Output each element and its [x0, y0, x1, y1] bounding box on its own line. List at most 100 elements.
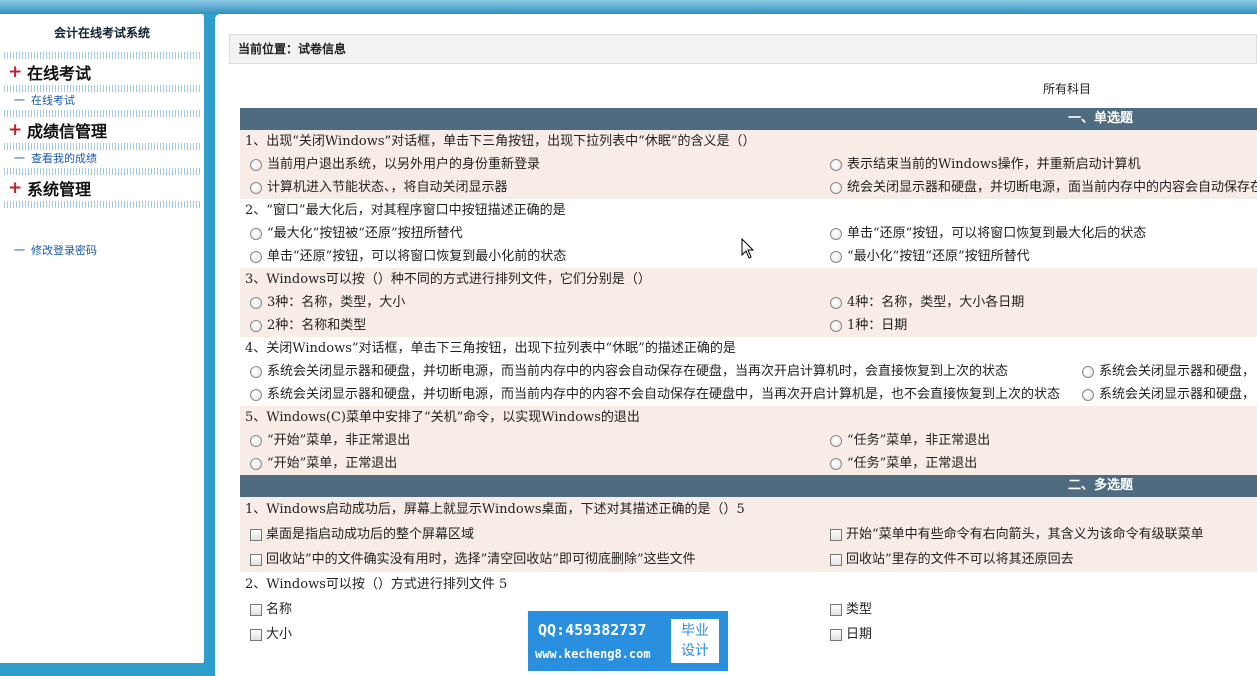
question: 1、Windows启动成功后，屏幕上就显示Windows桌面，下述对其描述正确的…: [240, 497, 1257, 572]
radio-button[interactable]: [250, 158, 262, 171]
question-title: 3、Windows可以按（）种不同的方式进行排列文件，它们分别是（）: [245, 272, 651, 287]
watermark-url: www.kecheng8.com: [535, 647, 651, 661]
option-label: 类型: [846, 602, 873, 617]
option-label: 开始“菜单中有些命令有右向箭头，其含义为该命令有级联菜单: [846, 527, 1204, 542]
answer-option[interactable]: 系统会关闭显示器和硬盘，: [1082, 383, 1255, 406]
checkbox[interactable]: [250, 603, 262, 616]
dash-icon: 一: [14, 152, 25, 165]
answer-option[interactable]: 日期: [830, 622, 872, 647]
sidebar-divider: [4, 85, 200, 92]
answer-option[interactable]: 1种：日期: [830, 314, 907, 337]
watermark-badge-line: 设计: [681, 643, 709, 659]
sidebar-divider: [4, 110, 200, 117]
question-title: 1、Windows启动成功后，屏幕上就显示Windows桌面，下述对其描述正确的…: [245, 502, 745, 517]
question-title: 4、关闭Windows”对话框，单击下三角按钮，出现下拉列表中“休眠”的描述正确…: [245, 341, 736, 356]
question-title: 5、Windows(C)菜单中安排了“关机”命令，以实现Windows的退出: [245, 410, 640, 425]
answer-option[interactable]: 单击“还原”按钮，可以将窗口恢复到最大化后的状态: [830, 222, 1146, 245]
sidebar-divider: [4, 52, 200, 59]
checkbox[interactable]: [830, 603, 842, 616]
answer-option[interactable]: 计算机进入节能状态、，将自动关闭显示器: [250, 176, 508, 199]
answer-option[interactable]: 系统会关闭显示器和硬盘，并切断电源，而当前内存中的内容会自动保存在硬盘，当再次开…: [250, 360, 1008, 383]
sidebar-item-online-exam[interactable]: 一在线考试: [0, 92, 204, 110]
sidebar-item-label: 修改登录密码: [31, 244, 97, 257]
radio-button[interactable]: [1082, 388, 1094, 401]
sidebar-item-my-grades[interactable]: 一查看我的成绩: [0, 150, 204, 168]
answer-option[interactable]: “任务”菜单，正常退出: [830, 452, 977, 475]
radio-button[interactable]: [250, 457, 262, 470]
answer-option[interactable]: 回收站”中的文件确实没有用时，选择”清空回收站”即可彻底删除”这些文件: [250, 547, 696, 572]
option-label: 系统会关闭显示器和硬盘，并切断电源，而当前内存中的内容不会自动保存在硬盘中，当再…: [267, 387, 1061, 402]
radio-button[interactable]: [250, 250, 262, 263]
dash-icon: 一: [14, 94, 25, 107]
answer-option[interactable]: 开始“菜单中有些命令有右向箭头，其含义为该命令有级联菜单: [830, 522, 1204, 547]
answer-option[interactable]: “任务”菜单，非正常退出: [830, 429, 990, 452]
radio-button[interactable]: [830, 296, 842, 309]
answer-option[interactable]: “最大化”按钮被“还原”按扭所替代: [250, 222, 463, 245]
subject-filter[interactable]: 所有科目: [1043, 80, 1091, 97]
checkbox[interactable]: [830, 628, 842, 641]
radio-button[interactable]: [250, 227, 262, 240]
checkbox[interactable]: [830, 528, 842, 541]
option-label: 系统会关闭显示器和硬盘，并切断电源，而当前内存中的内容会自动保存在硬盘，当再次开…: [267, 364, 1009, 379]
answer-option[interactable]: 表示结束当前的Windows操作，并重新启动计算机: [830, 153, 1141, 176]
answer-option[interactable]: 系统会关闭显示器和硬盘，并切断电源，而当前内存中的内容不会自动保存在硬盘中，当再…: [250, 383, 1060, 406]
option-label: 回收站”里存的文件不可以将其还原回去: [846, 552, 1074, 567]
sidebar-item-change-password[interactable]: 一修改登录密码: [0, 242, 204, 260]
answer-option[interactable]: 大小: [250, 622, 292, 647]
answer-option[interactable]: 3种：名称，类型，大小: [250, 291, 405, 314]
question: 5、Windows(C)菜单中安排了“关机”命令，以实现Windows的退出 “…: [240, 406, 1257, 475]
dash-icon: 一: [14, 244, 25, 257]
checkbox[interactable]: [250, 528, 262, 541]
sidebar-divider: [4, 143, 200, 150]
answer-option[interactable]: 系统会关闭显示器和硬盘，: [1082, 360, 1255, 383]
breadcrumb: 当前位置：试卷信息: [229, 34, 1257, 64]
option-label: “开始”菜单，正常退出: [267, 456, 398, 471]
radio-button[interactable]: [830, 434, 842, 447]
answer-option[interactable]: “最小化”按钮“还原”按钮所替代: [830, 245, 1030, 268]
radio-button[interactable]: [830, 457, 842, 470]
radio-button[interactable]: [250, 434, 262, 447]
answer-option[interactable]: “开始”菜单，正常退出: [250, 452, 397, 475]
answer-option[interactable]: 统会关闭显示器和硬盘，并切断电源，面当前内存中的内容会自动保存在: [830, 176, 1257, 199]
radio-button[interactable]: [1082, 365, 1094, 378]
answer-option[interactable]: 当前用户退出系统，以另外用户的身份重新登录: [250, 153, 540, 176]
radio-button[interactable]: [250, 319, 262, 332]
option-label: 1种：日期: [847, 318, 908, 333]
answer-option[interactable]: 2种：名称和类型: [250, 314, 366, 337]
question: 2、Windows可以按（）方式进行排列文件 5 名称 类型 大小 日期: [240, 572, 1257, 647]
radio-button[interactable]: [830, 250, 842, 263]
question: 1、出现“关闭Windows”对话框，单击下三角按钮，出现下拉列表中“休眠”的含…: [240, 130, 1257, 199]
answer-option[interactable]: “开始”菜单，非正常退出: [250, 429, 410, 452]
checkbox[interactable]: [830, 553, 842, 566]
answer-option[interactable]: 单击“还原”按钮，可以将窗口恢复到最小化前的状态: [250, 245, 566, 268]
radio-button[interactable]: [250, 296, 262, 309]
answer-option[interactable]: 回收站”里存的文件不可以将其还原回去: [830, 547, 1074, 572]
question-title: 2、“窗口”最大化后，对其程序窗口中按钮描述正确的是: [245, 203, 566, 218]
sidebar-group-system[interactable]: + 系统管理: [0, 175, 204, 201]
answer-option[interactable]: 名称: [250, 597, 292, 622]
answer-option[interactable]: 桌面是指启动成功后的整个屏幕区域: [250, 522, 474, 547]
radio-button[interactable]: [830, 181, 842, 194]
option-label: “最大化”按钮被“还原”按扭所替代: [267, 226, 463, 241]
radio-button[interactable]: [250, 365, 262, 378]
checkbox[interactable]: [250, 553, 262, 566]
option-label: 日期: [846, 627, 873, 642]
sidebar-group-label: 在线考试: [27, 64, 92, 83]
sidebar-divider: [4, 168, 200, 175]
radio-button[interactable]: [830, 227, 842, 240]
radio-button[interactable]: [830, 319, 842, 332]
radio-button[interactable]: [830, 158, 842, 171]
answer-option[interactable]: 类型: [830, 597, 872, 622]
radio-button[interactable]: [250, 388, 262, 401]
sidebar-group-online-exam[interactable]: + 在线考试: [0, 59, 204, 85]
sidebar-item-label: 查看我的成绩: [31, 152, 97, 165]
sidebar-group-grades[interactable]: + 成绩信管理: [0, 117, 204, 143]
radio-button[interactable]: [250, 181, 262, 194]
answer-option[interactable]: 4种：名称，类型，大小各日期: [830, 291, 1024, 314]
sidebar-divider: [4, 201, 200, 208]
option-label: 统会关闭显示器和硬盘，并切断电源，面当前内存中的内容会自动保存在: [847, 180, 1257, 195]
expand-plus-icon: +: [8, 178, 23, 198]
section-header-multiple-choice: 二、多选题: [240, 475, 1257, 497]
mouse-cursor-icon: [741, 238, 755, 259]
checkbox[interactable]: [250, 628, 262, 641]
